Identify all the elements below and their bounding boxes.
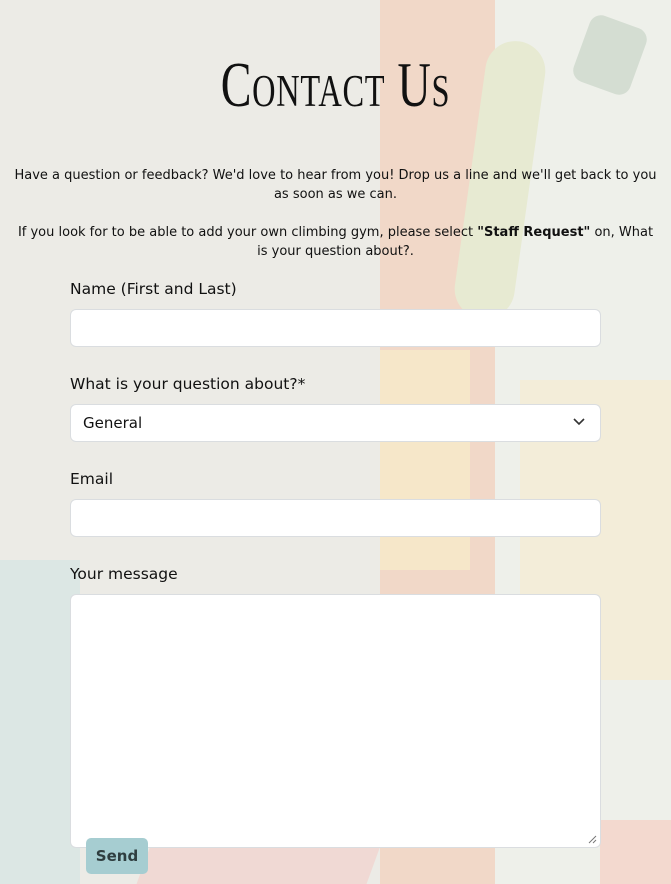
- topic-label: What is your question about?*: [70, 375, 306, 393]
- chevron-down-icon: [573, 418, 585, 426]
- send-button[interactable]: Send: [86, 838, 148, 874]
- topic-selected-value: General: [83, 414, 143, 432]
- staff-request-note: If you look for to be able to add your o…: [12, 223, 659, 261]
- contact-form: Name (First and Last) What is your quest…: [70, 280, 601, 848]
- page-title: Contact Us: [220, 49, 451, 120]
- intro-text: Have a question or feedback? We'd love t…: [14, 168, 657, 202]
- topic-select[interactable]: General: [70, 404, 601, 442]
- contact-page: Contact Us Have a question or feedback? …: [0, 0, 671, 884]
- resize-grip-icon[interactable]: [588, 835, 597, 844]
- name-label: Name (First and Last): [70, 280, 237, 298]
- email-field[interactable]: [70, 499, 601, 537]
- staff-request-highlight: "Staff Request": [477, 225, 591, 240]
- message-label: Your message: [70, 565, 178, 583]
- note-text-start: If you look for to be able to add your o…: [17, 225, 478, 240]
- message-textarea[interactable]: [70, 594, 601, 848]
- email-label: Email: [70, 470, 114, 488]
- name-field[interactable]: [70, 309, 601, 347]
